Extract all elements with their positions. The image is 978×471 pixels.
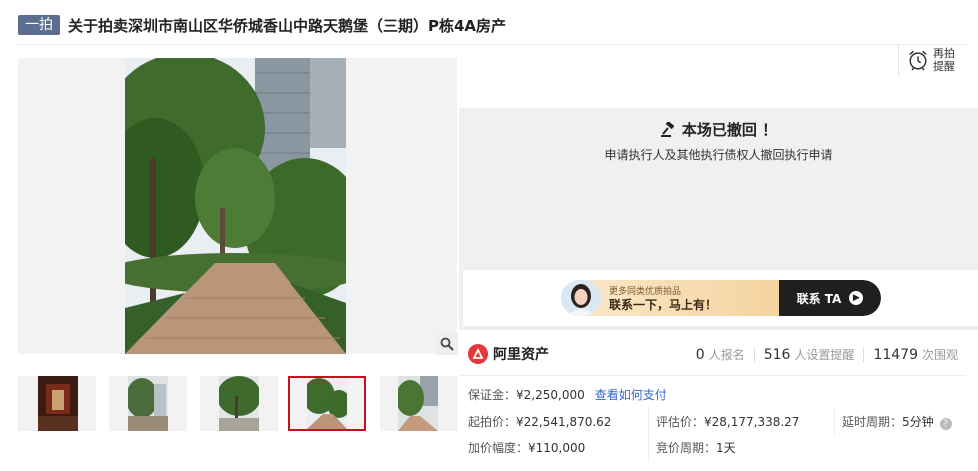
contact-agent-banner[interactable]: 更多同类优质拍品 联系一下，马上有！ 联系 TA ▶ [561, 280, 881, 316]
increment-row: 加价幅度：¥110,000 [468, 439, 585, 456]
appraisal-value: ¥28,177,338.27 [704, 415, 800, 429]
deposit-row: 保证金：¥2,250,000 查看如何支付 [468, 386, 667, 403]
reminder-count: 516 [763, 346, 791, 363]
start-price-label: 起拍价： [468, 415, 517, 429]
ali-logo-icon [468, 344, 488, 364]
withdrawn-title: 本场已撤回 ！ [681, 121, 778, 139]
thumbnail-2[interactable] [109, 376, 187, 431]
contact-ta-button[interactable]: 联系 TA ▶ [779, 280, 881, 316]
info-divider [834, 406, 835, 436]
appraisal-label: 评估价： [656, 415, 705, 429]
view-count: 11479 [873, 346, 918, 363]
reauction-remind-button[interactable]: 再拍提醒 [898, 44, 970, 76]
platform-name: 阿里资产 [493, 347, 549, 363]
thumbnail-3[interactable] [200, 376, 278, 431]
withdrawn-notice-panel: 本场已撤回 ！ 申请执行人及其他执行债权人撤回执行申请 更多同类优质拍品 联系一… [459, 108, 978, 330]
how-to-pay-link[interactable]: 查看如何支付 [595, 388, 667, 402]
delay-value: 5分钟 [902, 415, 934, 429]
contact-box: 更多同类优质拍品 联系一下，马上有！ 联系 TA ▶ [463, 270, 978, 326]
increment-label: 加价幅度： [468, 441, 529, 455]
title-row: 一拍 关于拍卖深圳市南山区华侨城香山中路天鹅堡（三期）P栋4A房产 [18, 14, 506, 36]
reminder-label: 人设置提醒 [794, 348, 855, 362]
deposit-value: ¥2,250,000 [516, 388, 585, 402]
platform-brand: 阿里资产 [468, 344, 549, 364]
auction-stats: 0 人报名 516 人设置提醒 11479 次围观 [696, 346, 958, 363]
thumbnail-5[interactable] [380, 376, 458, 431]
view-label: 次围观 [921, 348, 958, 362]
bid-period-row: 竞价周期：1天 [656, 439, 736, 456]
auction-round-badge: 一拍 [18, 15, 60, 35]
property-photo [125, 58, 346, 354]
stat-divider [863, 347, 865, 362]
info-divider [648, 406, 649, 462]
increment-value: ¥110,000 [528, 441, 586, 455]
delay-label: 延时周期： [842, 415, 903, 429]
help-icon[interactable]: ? [939, 418, 952, 430]
thumbnail-1[interactable] [18, 376, 96, 431]
start-price-value: ¥22,541,870.62 [516, 415, 612, 429]
agent-avatar [561, 280, 601, 316]
gavel-icon [660, 120, 675, 137]
stat-divider [753, 347, 755, 362]
thumbnail-4[interactable] [288, 376, 366, 431]
withdrawn-description: 申请执行人及其他执行债权人撤回执行申请 [604, 148, 833, 162]
deposit-label: 保证金： [468, 388, 517, 402]
bid-period-value: 1天 [716, 441, 736, 455]
main-property-image[interactable] [18, 58, 457, 354]
auction-page: 一拍 关于拍卖深圳市南山区华侨城香山中路天鹅堡（三期）P栋4A房产 再拍提醒 本… [0, 0, 978, 471]
page-title: 关于拍卖深圳市南山区华侨城香山中路天鹅堡（三期）P栋4A房产 [68, 16, 507, 35]
contact-big-text: 联系一下，马上有！ [609, 298, 718, 312]
contact-button-label: 联系 TA [796, 291, 842, 306]
start-price-row: 起拍价：¥22,541,870.62 [468, 413, 611, 430]
remind-label: 再拍提醒 [933, 47, 955, 73]
appraisal-row: 评估价：¥28,177,338.27 [656, 413, 799, 430]
delay-row: 延时周期：5分钟? [842, 413, 952, 430]
bid-period-label: 竞价周期： [656, 441, 717, 455]
thumbnail-strip [18, 376, 458, 432]
stats-divider [459, 375, 966, 376]
zoom-icon[interactable] [436, 333, 458, 355]
arrow-right-icon: ▶ [849, 291, 864, 305]
signup-label: 人报名 [708, 348, 745, 362]
signup-count: 0 [695, 346, 705, 363]
title-divider [18, 44, 968, 45]
alarm-clock-icon [909, 50, 927, 71]
